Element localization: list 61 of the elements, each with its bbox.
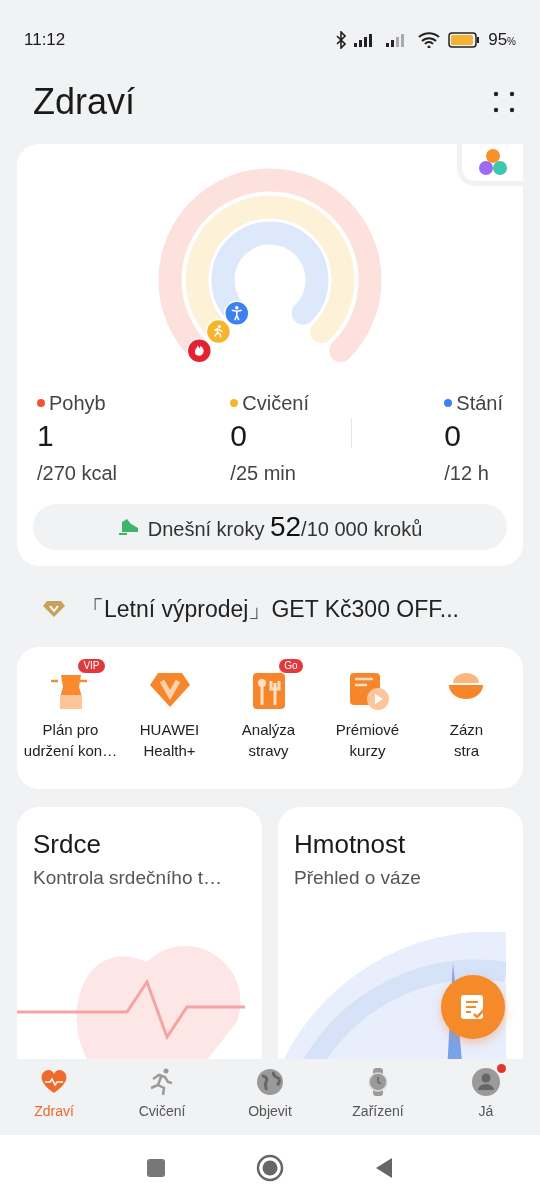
colored-dots-icon (477, 147, 508, 178)
legend-dot (37, 399, 45, 407)
metric-label: Pohyb (49, 391, 106, 416)
card-title: Srdce (33, 828, 102, 860)
wifi-icon (418, 32, 441, 48)
shortcut-label: Health+ (143, 740, 196, 761)
card-title: Hmotnost (294, 828, 407, 860)
promo-banner-text[interactable]: 「Letní výprodej」GET Kč300 OFF... (81, 592, 459, 627)
shoe-icon (117, 518, 140, 536)
shortcut-item[interactable]: Zázn stra (417, 652, 516, 789)
card-subtitle: Přehled o váze (294, 865, 422, 890)
shortcut-label: HUAWEI (139, 719, 200, 740)
shortcut-label: stra (454, 740, 479, 761)
activity-card[interactable]: Pohyb 1 /270 kcal Cvičení 0 /25 min Stání 0 /12 h Dnešní kroky 52/10 000 kroků (17, 144, 523, 566)
shortcut-label: stravy (248, 740, 289, 761)
metric-goal: /270 kcal (37, 461, 119, 486)
shortcut-label: udržení kon… (23, 740, 118, 761)
metric-value: 1 (37, 418, 55, 454)
shortcut-item[interactable]: Prémiové kurzy (318, 652, 417, 789)
battery-icon (448, 32, 481, 48)
nav-tab[interactable]: Cvičení (108, 1059, 216, 1135)
page-title: Zdraví (33, 80, 136, 124)
shortcut-label: Zázn (449, 719, 484, 740)
home-button[interactable] (256, 1153, 284, 1182)
bluetooth-icon (336, 31, 347, 49)
legend-dot (230, 399, 239, 407)
nav-tab[interactable]: Objevit (216, 1059, 324, 1135)
badge-label: Go (279, 658, 303, 673)
shortcut-label: Plán pro (42, 719, 99, 740)
metric-goal: /12 h (444, 461, 490, 486)
nav-tab[interactable]: Zařízení (324, 1059, 432, 1135)
back-button[interactable] (374, 1155, 394, 1180)
legend-dot (444, 399, 453, 407)
avatar-icon (471, 1067, 501, 1097)
shortcut-item[interactable]: HUAWEI Health+ (120, 652, 219, 789)
grid-dots-icon (492, 90, 516, 115)
recents-button[interactable] (146, 1157, 166, 1178)
metric-label: Stání (456, 391, 503, 416)
metric-value: 0 (444, 418, 462, 454)
shortcut-item[interactable]: VIP Plán pro udržení kon… (21, 652, 120, 789)
standing-person-icon (224, 300, 250, 326)
diamond-icon (43, 600, 65, 619)
shortcut-item[interactable]: Go Analýza stravy (219, 652, 318, 789)
nav-tab[interactable]: Já (432, 1059, 540, 1135)
runner-icon (205, 318, 232, 345)
metric-card[interactable]: Hmotnost Přehled o váze (278, 806, 523, 1059)
card-subtitle: Kontrola srdečního t… (33, 865, 224, 890)
metric-value: 0 (230, 418, 249, 454)
badge-label: VIP (78, 658, 105, 673)
steps-text: Dnešní kroky 52/10 000 kroků (147, 510, 423, 544)
flame-icon (186, 337, 213, 364)
metric-goal: /25 min (230, 461, 297, 486)
shortcut-label: Prémiové (335, 719, 400, 740)
steps-bar[interactable]: Dnešní kroky 52/10 000 kroků (33, 504, 507, 550)
metric-label: Cvičení (242, 391, 310, 416)
status-time: 11:12 (24, 29, 66, 52)
shortcut-label: Analýza (241, 719, 296, 740)
shortcut-label: kurzy (349, 740, 386, 761)
battery-percent: 95% (488, 29, 516, 52)
globe-icon (255, 1067, 285, 1097)
metric-card[interactable]: Srdce Kontrola srdečního t… (17, 806, 262, 1059)
